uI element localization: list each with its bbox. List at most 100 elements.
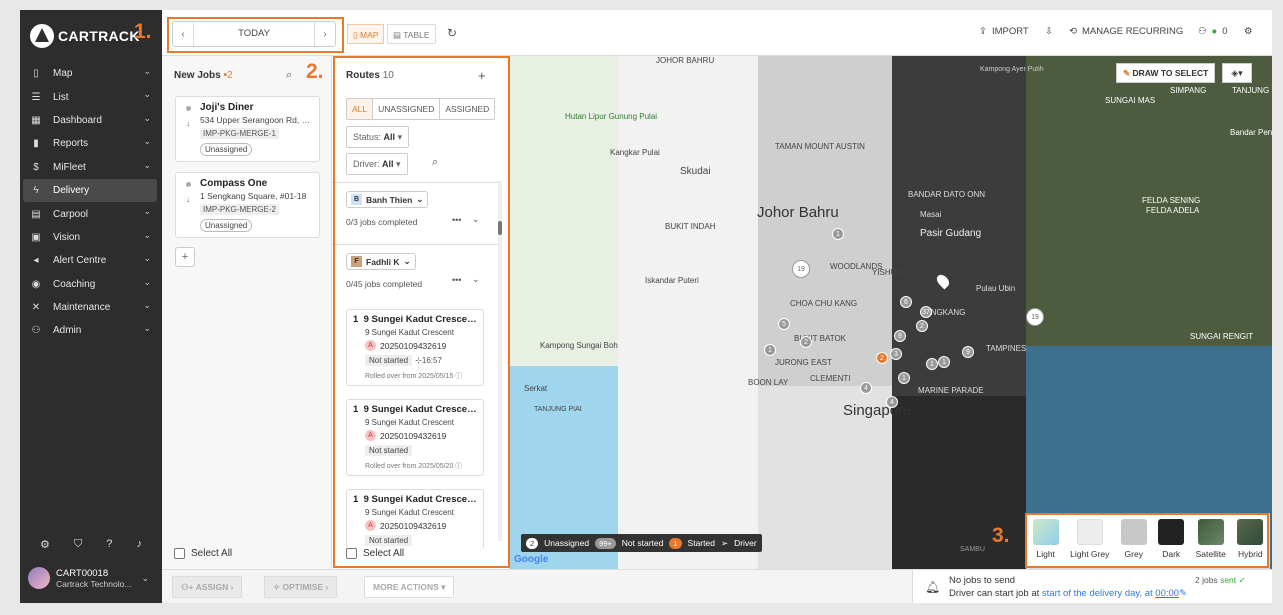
map-place-label: CHOA CHU KANG (790, 299, 858, 308)
caret-down-icon: ▾ (441, 582, 446, 592)
manage-recurring-button[interactable]: ⟲ MANAGE RECURRING (1069, 26, 1183, 37)
sidebar-item-vision[interactable]: ▣ Vision ⌄ (23, 226, 157, 249)
optimise-button[interactable]: ✧ OPTIMISE › (264, 576, 338, 598)
sidebar-utility-bar: ⚙ ⛉ ? ♪ (20, 538, 162, 551)
chevron-down-icon: ⌄ (143, 66, 151, 76)
map-place-label: JURONG EAST (775, 358, 832, 367)
select-all-checkbox[interactable] (174, 548, 185, 559)
map-job-pin[interactable]: 9 (962, 346, 974, 358)
draw-to-select-button[interactable]: ✎ DRAW TO SELECT (1116, 63, 1216, 83)
map-place-label: FELDA ADELA (1146, 206, 1200, 215)
coaching-icon: ◉ (31, 278, 41, 290)
map-place-label: SUNGAI RENGIT (1190, 332, 1254, 341)
sidebar-item-alert-centre[interactable]: ◂ Alert Centre ⌄ (23, 249, 157, 272)
more-actions-button[interactable]: MORE ACTIONS ▾ (364, 576, 455, 598)
status-dot-icon (186, 182, 191, 187)
map-view-label: MAP (360, 30, 379, 40)
map-job-pin[interactable]: 3 (890, 348, 902, 360)
search-icon[interactable]: ⌕ (286, 69, 292, 82)
map-place-label: YISHUN (872, 268, 903, 277)
map-job-pin[interactable]: 1 (832, 228, 844, 240)
map-job-pin[interactable]: 37 (920, 306, 932, 318)
online-users[interactable]: ⚇ ● 0 (1198, 26, 1228, 37)
table-view-label: TABLE (403, 30, 430, 40)
map-job-pin[interactable]: 9 (894, 330, 906, 342)
map-place-label: Kangkar Pulai (610, 148, 660, 157)
online-dot-icon: ● (1211, 26, 1218, 37)
sidebar-item-reports[interactable]: ▮ Reports ⌄ (23, 132, 157, 155)
map-view[interactable]: JOHOR BAHRU Johor Bahru TAMAN MOUNT AUST… (510, 56, 1272, 569)
dashboard-icon: ▦ (31, 114, 41, 126)
user-profile[interactable]: CART00018 Cartrack Technolo... ⌄ (28, 567, 149, 589)
annotation-number-1: 1. (134, 20, 152, 43)
import-button[interactable]: ⇪ IMPORT (979, 26, 1029, 37)
legend-unassigned-label: Unassigned (544, 538, 590, 548)
chevron-right-icon: › (325, 582, 329, 592)
map-layers-button[interactable]: ◈▾ (1222, 63, 1252, 83)
map-place-label: MARINE PARADE (918, 386, 984, 395)
map-style-lightgrey-strip (618, 56, 758, 569)
select-all-jobs[interactable]: Select All (174, 548, 232, 559)
sidebar-item-map[interactable]: ▯ Map ⌄ (23, 62, 157, 85)
sidebar-item-list[interactable]: ☰ List ⌄ (23, 85, 157, 108)
job-card[interactable]: ↓ Joji's Diner 534 Upper Serangoon Rd, #… (175, 96, 320, 162)
sidebar-item-dashboard[interactable]: ▦ Dashboard ⌄ (23, 109, 157, 132)
map-job-pin[interactable]: 2 (800, 336, 812, 348)
map-job-pin[interactable]: 5 (778, 318, 790, 330)
download-icon[interactable]: ⇩ (1045, 26, 1053, 37)
sidebar-item-label: Map (53, 68, 73, 80)
map-job-pin[interactable]: 1 (764, 344, 776, 356)
sidebar-item-admin[interactable]: ⚇ Admin ⌄ (23, 319, 157, 342)
import-label: IMPORT (991, 26, 1029, 37)
admin-icon: ⚇ (31, 325, 41, 337)
chevron-down-icon: ⌄ (143, 276, 151, 287)
shield-icon[interactable]: ⛉ (74, 538, 82, 551)
map-job-pin[interactable]: 4 (886, 396, 898, 408)
map-cluster-pin[interactable]: 19 (792, 260, 810, 278)
map-cluster-pin[interactable]: 19 (1026, 308, 1044, 326)
edit-icon[interactable]: ✎ (1179, 588, 1187, 599)
chevron-down-icon: ⌄ (141, 572, 149, 583)
map-job-pin[interactable]: 4 (860, 382, 872, 394)
table-view-button[interactable]: ▤ TABLE (387, 24, 436, 44)
delivery-start-time[interactable]: 00:00 (1155, 588, 1179, 599)
job-package: IMP-PKG-MERGE-2 (200, 204, 279, 215)
sidebar-item-coaching[interactable]: ◉ Coaching ⌄ (23, 273, 157, 296)
chevron-down-icon: ⌄ (143, 323, 151, 334)
map-place-label: TAMPINES (986, 344, 1027, 353)
map-started-pin[interactable]: 2 (876, 352, 888, 364)
assign-button[interactable]: ⚇+ ASSIGN › (172, 576, 243, 598)
map-job-pin[interactable]: 1 (926, 358, 938, 370)
map-job-pin[interactable]: 6 (900, 296, 912, 308)
legend-driver-label: Driver (734, 538, 757, 548)
sidebar-item-carpool[interactable]: ▤ Carpool ⌄ (23, 202, 157, 225)
map-legend: 2 Unassigned 99+ Not started 1 Started ➢ Dri… (521, 534, 762, 552)
sidebar-item-mifleet[interactable]: $ MiFleet ⌄ (23, 156, 157, 179)
brand-logo[interactable]: CARTRACK (30, 22, 140, 50)
job-status-badge: Unassigned (200, 219, 253, 232)
map-place-label: Pasir Gudang (920, 228, 982, 239)
map-job-pin[interactable]: 1 (898, 372, 910, 384)
job-card[interactable]: ↓ Compass One 1 Sengkang Square, #01-18 … (175, 172, 320, 238)
bell-icon[interactable]: ♪ (136, 538, 142, 551)
map-job-pin[interactable]: 1 (938, 356, 950, 368)
user-id: CART00018 (56, 567, 109, 579)
chevron-right-icon: › (230, 582, 234, 592)
settings-icon[interactable]: ⚙ (40, 538, 50, 551)
sidebar-item-label: Carpool (53, 208, 89, 220)
map-job-pin[interactable]: 2 (916, 320, 928, 332)
delivery-start-link[interactable]: start of the delivery day, at (1042, 588, 1153, 599)
table-icon: ▤ (393, 30, 404, 40)
settings-icon[interactable]: ⚙ (1244, 26, 1253, 37)
refresh-icon[interactable]: ↻ (447, 26, 457, 40)
map-view-button[interactable]: ▯ MAP (347, 24, 385, 44)
map-place-label: Johor Bahru (757, 204, 839, 221)
add-job-button[interactable]: + (175, 247, 195, 267)
help-icon[interactable]: ? (106, 538, 112, 551)
chevron-down-icon: ⌄ (143, 299, 151, 310)
sidebar-item-maintenance[interactable]: ✕ Maintenance ⌄ (23, 296, 157, 319)
annotation-box-2 (333, 56, 510, 568)
map-place-label: Serkat (524, 384, 548, 393)
sidebar-item-delivery[interactable]: ϟ Delivery (23, 178, 157, 203)
sidebar-item-label: MiFleet (53, 161, 86, 173)
